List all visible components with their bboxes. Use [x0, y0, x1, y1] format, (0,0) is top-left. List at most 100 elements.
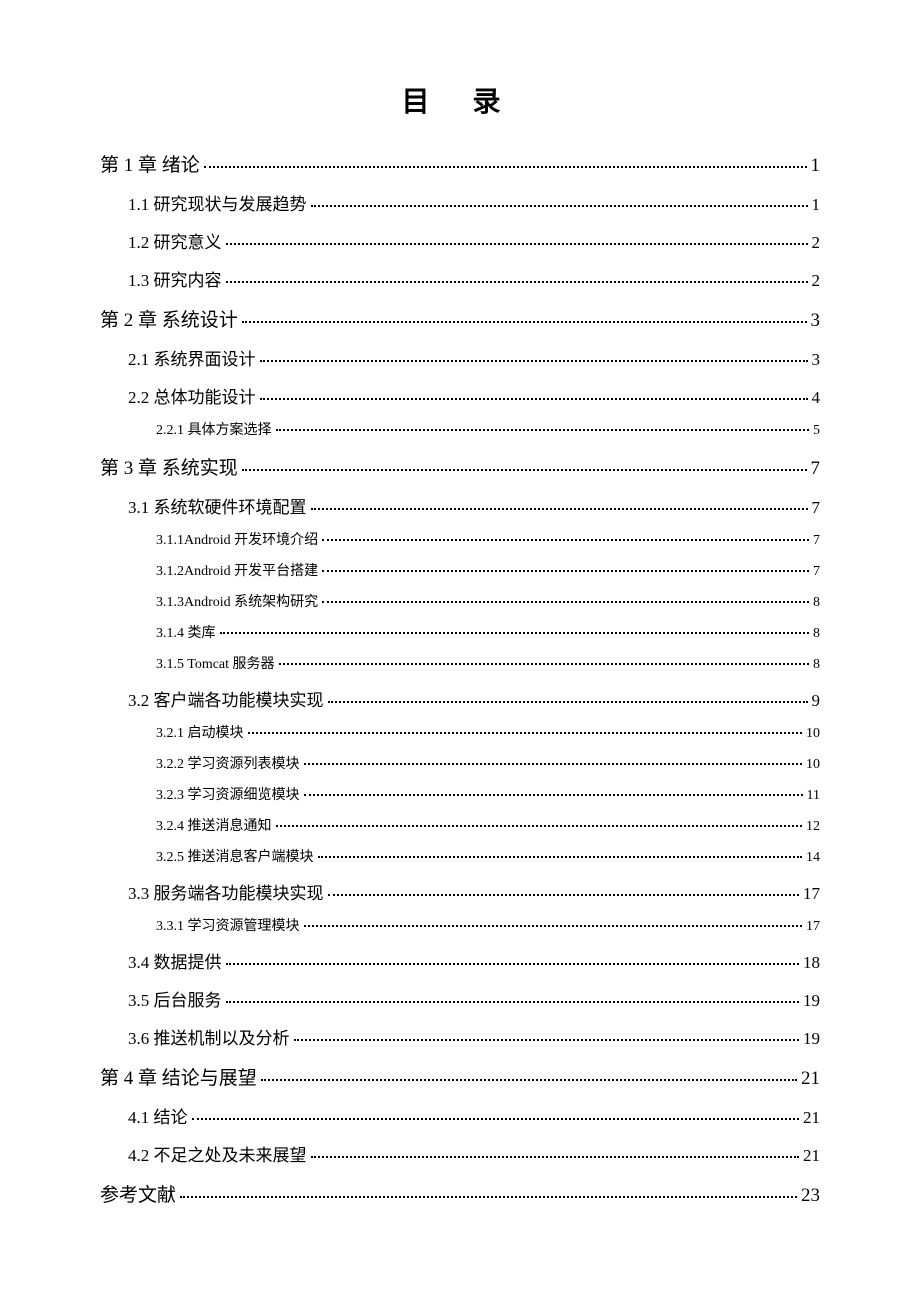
- toc-label: 1.1 研究现状与发展趋势: [128, 190, 307, 215]
- toc-label: 3.2.1 启动模块: [156, 722, 244, 742]
- toc-label: 3.1.2Android 开发平台搭建: [156, 560, 318, 580]
- toc-leader-dots: [276, 429, 810, 431]
- toc-entry: 3.2.2 学习资源列表模块10: [100, 753, 820, 773]
- toc-entry: 3.6 推送机制以及分析 19: [100, 1024, 820, 1049]
- toc-label: 4.2 不足之处及未来展望: [128, 1141, 307, 1166]
- toc-label: 3.2.2 学习资源列表模块: [156, 753, 300, 773]
- toc-leader-dots: [322, 539, 809, 541]
- toc-page-number: 2: [812, 233, 821, 253]
- toc-leader-dots: [180, 1196, 797, 1198]
- toc-leader-dots: [322, 570, 809, 572]
- toc-page-number: 5: [813, 423, 820, 439]
- toc-entry: 2.2.1 具体方案选择5: [100, 419, 820, 439]
- toc-page-number: 21: [803, 1108, 820, 1128]
- toc-leader-dots: [242, 469, 807, 471]
- toc-entry: 3.1 系统软硬件环境配置 7: [100, 493, 820, 518]
- toc-leader-dots: [322, 601, 809, 603]
- toc-leader-dots: [311, 1156, 800, 1158]
- toc-entry: 4.2 不足之处及未来展望 21: [100, 1141, 820, 1166]
- toc-entry: 第 2 章 系统设计 3: [100, 305, 820, 332]
- toc-label: 4.1 结论: [128, 1103, 188, 1128]
- toc-page-number: 18: [803, 953, 820, 973]
- toc-leader-dots: [311, 205, 808, 207]
- toc-leader-dots: [204, 166, 807, 168]
- toc-page-number: 3: [811, 310, 821, 332]
- toc-leader-dots: [328, 894, 800, 896]
- toc-page-number: 1: [812, 195, 821, 215]
- toc-label: 参考文献: [100, 1180, 176, 1207]
- toc-label: 3.2.4 推送消息通知: [156, 815, 272, 835]
- toc-entry: 3.2.4 推送消息通知 12: [100, 815, 820, 835]
- toc-entry: 3.3.1 学习资源管理模块 17: [100, 915, 820, 935]
- toc-leader-dots: [328, 701, 808, 703]
- toc-entry: 3.2 客户端各功能模块实现 9: [100, 686, 820, 711]
- toc-leader-dots: [192, 1118, 800, 1120]
- toc-page-number: 21: [803, 1146, 820, 1166]
- toc-entry: 1.2 研究意义 2: [100, 228, 820, 253]
- toc-entry: 2.2 总体功能设计4: [100, 383, 820, 408]
- toc-leader-dots: [260, 398, 808, 400]
- toc-leader-dots: [304, 925, 803, 927]
- toc-label: 3.1 系统软硬件环境配置: [128, 493, 307, 518]
- toc-page-number: 10: [806, 726, 820, 742]
- toc-page-number: 7: [812, 498, 821, 518]
- toc-title: 目 录: [100, 80, 820, 120]
- toc-leader-dots: [226, 1001, 800, 1003]
- toc-label: 第 3 章 系统实现: [100, 453, 238, 480]
- toc-page-number: 7: [813, 564, 820, 580]
- toc-page-number: 19: [803, 1029, 820, 1049]
- toc-entry: 参考文献 23: [100, 1180, 820, 1207]
- toc-page-number: 8: [813, 626, 820, 642]
- toc-entry: 3.1.5 Tomcat 服务器8: [100, 653, 820, 673]
- toc-page-number: 7: [811, 458, 821, 480]
- toc-label: 2.1 系统界面设计: [128, 345, 256, 370]
- toc-label: 3.2 客户端各功能模块实现: [128, 686, 324, 711]
- toc-entry: 第 3 章 系统实现 7: [100, 453, 820, 480]
- toc-page-number: 11: [807, 788, 820, 804]
- toc-leader-dots: [261, 1079, 797, 1081]
- toc-label: 3.1.3Android 系统架构研究: [156, 591, 318, 611]
- toc-entry: 3.1.3Android 系统架构研究 8: [100, 591, 820, 611]
- toc-page-number: 12: [806, 819, 820, 835]
- toc-label: 3.3 服务端各功能模块实现: [128, 879, 324, 904]
- toc-page-number: 1: [811, 155, 821, 177]
- toc-page-number: 7: [813, 533, 820, 549]
- toc-page-number: 3: [812, 350, 821, 370]
- toc-label: 3.3.1 学习资源管理模块: [156, 915, 300, 935]
- toc-entry: 3.1.2Android 开发平台搭建 7: [100, 560, 820, 580]
- toc-leader-dots: [260, 360, 808, 362]
- toc-label: 1.2 研究意义: [128, 228, 222, 253]
- toc-page-number: 21: [801, 1068, 820, 1090]
- toc-leader-dots: [304, 794, 803, 796]
- toc-page-number: 19: [803, 991, 820, 1011]
- toc-leader-dots: [311, 508, 808, 510]
- toc-page-number: 2: [812, 271, 821, 291]
- toc-label: 第 1 章 绪论: [100, 150, 200, 177]
- toc-leader-dots: [294, 1039, 800, 1041]
- toc-page-number: 23: [801, 1185, 820, 1207]
- toc-leader-dots: [242, 321, 807, 323]
- toc-leader-dots: [220, 632, 810, 634]
- toc-page-number: 17: [803, 884, 820, 904]
- toc-leader-dots: [279, 663, 809, 665]
- toc-label: 第 4 章 结论与展望: [100, 1063, 257, 1090]
- toc-label: 3.2.5 推送消息客户端模块: [156, 846, 314, 866]
- toc-entry: 第 4 章 结论与展望 21: [100, 1063, 820, 1090]
- toc-label: 1.3 研究内容: [128, 266, 222, 291]
- toc-leader-dots: [226, 281, 808, 283]
- toc-entry: 3.1.1Android 开发环境介绍7: [100, 529, 820, 549]
- toc-entry: 2.1 系统界面设计 3: [100, 345, 820, 370]
- toc-page-number: 17: [806, 919, 820, 935]
- toc-page-number: 4: [812, 388, 821, 408]
- toc-page-number: 8: [813, 595, 820, 611]
- toc-container: 第 1 章 绪论 1 1.1 研究现状与发展趋势 1 1.2 研究意义 2 1.3 研究内容…: [100, 150, 820, 1207]
- toc-label: 第 2 章 系统设计: [100, 305, 238, 332]
- toc-entry: 3.5 后台服务19: [100, 986, 820, 1011]
- toc-leader-dots: [318, 856, 803, 858]
- toc-entry: 3.4 数据提供 18: [100, 948, 820, 973]
- toc-page-number: 9: [812, 691, 821, 711]
- toc-label: 3.4 数据提供: [128, 948, 222, 973]
- toc-page-number: 14: [806, 850, 820, 866]
- toc-label: 3.6 推送机制以及分析: [128, 1024, 290, 1049]
- toc-entry: 3.1.4 类库8: [100, 622, 820, 642]
